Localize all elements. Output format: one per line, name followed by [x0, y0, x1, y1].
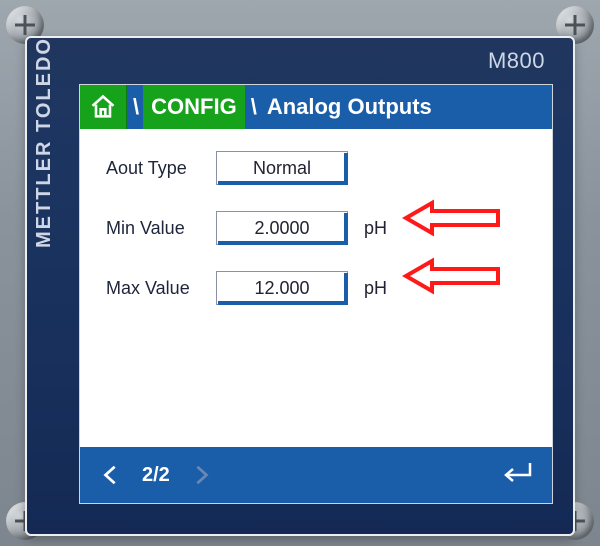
min-value-field[interactable]: 2.0000	[216, 211, 348, 245]
prev-page-button[interactable]	[98, 462, 124, 488]
device-frame: M800 METTLER TOLEDO \ CONFIG \ Analog Ou…	[0, 0, 600, 546]
model-label: M800	[488, 48, 545, 74]
row-max-value: Max Value 12.000 pH	[106, 271, 530, 305]
label-aout-type: Aout Type	[106, 158, 216, 179]
return-icon	[500, 461, 534, 485]
home-icon	[89, 93, 117, 121]
screen: \ CONFIG \ Analog Outputs Aout Type Norm…	[79, 84, 553, 504]
home-button[interactable]	[80, 85, 127, 129]
chevron-left-icon	[100, 464, 122, 486]
page-indicator: 2/2	[142, 464, 170, 487]
row-min-value: Min Value 2.0000 pH	[106, 211, 530, 245]
aout-type-field[interactable]: Normal	[216, 151, 348, 185]
breadcrumb: \ CONFIG \ Analog Outputs	[80, 85, 552, 129]
max-value-field[interactable]: 12.000	[216, 271, 348, 305]
breadcrumb-separator: \	[245, 94, 261, 120]
form-body: Aout Type Normal Min Value 2.0000 pH Max…	[80, 129, 552, 305]
breadcrumb-separator: \	[127, 94, 143, 120]
return-button[interactable]	[500, 461, 534, 490]
unit-min-value: pH	[364, 218, 387, 239]
nav-bar: 2/2	[80, 447, 552, 503]
breadcrumb-page: Analog Outputs	[261, 94, 432, 120]
bezel: M800 METTLER TOLEDO \ CONFIG \ Analog Ou…	[25, 36, 575, 536]
chevron-right-icon	[190, 464, 212, 486]
label-min-value: Min Value	[106, 218, 216, 239]
next-page-button[interactable]	[188, 462, 214, 488]
unit-max-value: pH	[364, 278, 387, 299]
label-max-value: Max Value	[106, 278, 216, 299]
brand-label: METTLER TOLEDO	[37, 88, 67, 494]
breadcrumb-config[interactable]: CONFIG	[143, 85, 245, 129]
row-aout-type: Aout Type Normal	[106, 151, 530, 185]
